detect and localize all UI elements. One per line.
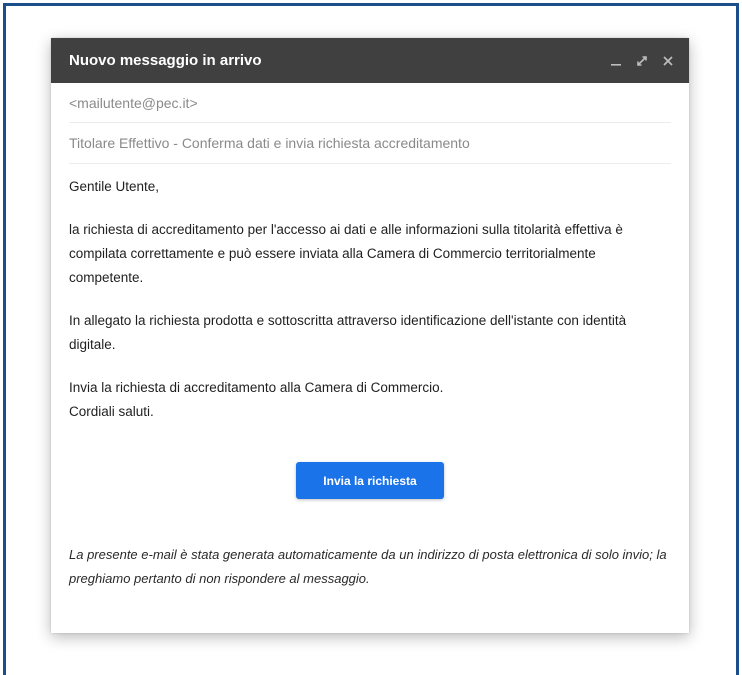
message-body: Gentile Utente, la richiesta di accredit…	[51, 175, 689, 424]
window-controls	[609, 54, 675, 68]
minimize-icon[interactable]	[609, 54, 623, 68]
subject-field[interactable]: Titolare Effettivo - Conferma dati e inv…	[69, 123, 671, 164]
close-icon[interactable]	[661, 54, 675, 68]
mail-window: Nuovo messaggio in arrivo <mailutente@pe…	[51, 38, 689, 633]
body-paragraph-3-line-2: Cordiali saluti.	[69, 404, 154, 419]
send-request-button[interactable]: Invia la richiesta	[296, 462, 444, 499]
body-paragraph-3-line-1: Invia la richiesta di accreditamento all…	[69, 380, 444, 395]
body-paragraph-2: In allegato la richiesta prodotta e sott…	[69, 313, 627, 352]
greeting-text: Gentile Utente,	[69, 179, 160, 194]
expand-icon[interactable]	[635, 54, 649, 68]
disclaimer-note: La presente e-mail è stata generata auto…	[69, 547, 667, 586]
window-title: Nuovo messaggio in arrivo	[69, 52, 262, 69]
window-titlebar: Nuovo messaggio in arrivo	[51, 38, 689, 83]
button-container: Invia la richiesta	[51, 462, 689, 499]
recipient-field[interactable]: <mailutente@pec.it>	[69, 83, 671, 123]
body-paragraph-1: la richiesta di accreditamento per l'acc…	[69, 222, 623, 285]
